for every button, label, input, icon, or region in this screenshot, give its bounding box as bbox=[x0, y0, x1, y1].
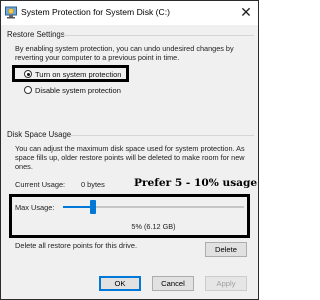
delete-description: Delete all restore points for this drive… bbox=[15, 241, 137, 250]
section-divider bbox=[71, 135, 254, 136]
section-divider bbox=[63, 35, 254, 36]
disable-protection-label: Disable system protection bbox=[35, 86, 121, 95]
slider-thumb[interactable] bbox=[89, 200, 96, 214]
current-usage-value: 0 bytes bbox=[81, 180, 105, 189]
usage-annotation: Prefer 5 - 10% usage bbox=[134, 177, 258, 189]
slider-fill bbox=[63, 206, 93, 208]
title-bar: System Protection for System Disk (C:) ✕ bbox=[1, 1, 258, 25]
dialog-window: System Protection for System Disk (C:) ✕… bbox=[0, 0, 259, 300]
restore-settings-description: By enabling system protection, you can u… bbox=[15, 44, 234, 63]
disk-space-description: You can adjust the maximum disk space us… bbox=[15, 144, 245, 172]
highlight-box-turn-on bbox=[12, 65, 129, 82]
disk-space-heading: Disk Space Usage bbox=[7, 130, 72, 139]
delete-button[interactable]: Delete bbox=[205, 242, 247, 257]
cancel-button[interactable]: Cancel bbox=[152, 276, 194, 291]
max-usage-label: Max Usage: bbox=[15, 203, 55, 212]
apply-button[interactable]: Apply bbox=[205, 276, 247, 291]
system-protection-icon bbox=[5, 6, 17, 19]
ok-button[interactable]: OK bbox=[99, 276, 141, 291]
current-usage-label: Current Usage: bbox=[15, 180, 66, 189]
radio-button[interactable] bbox=[24, 86, 32, 94]
restore-settings-heading: Restore Settings bbox=[7, 30, 65, 39]
close-icon[interactable]: ✕ bbox=[237, 3, 255, 21]
window-title: System Protection for System Disk (C:) bbox=[21, 7, 170, 17]
max-usage-slider[interactable] bbox=[63, 199, 244, 215]
max-usage-value: 5% (6.12 GB) bbox=[131, 222, 176, 231]
